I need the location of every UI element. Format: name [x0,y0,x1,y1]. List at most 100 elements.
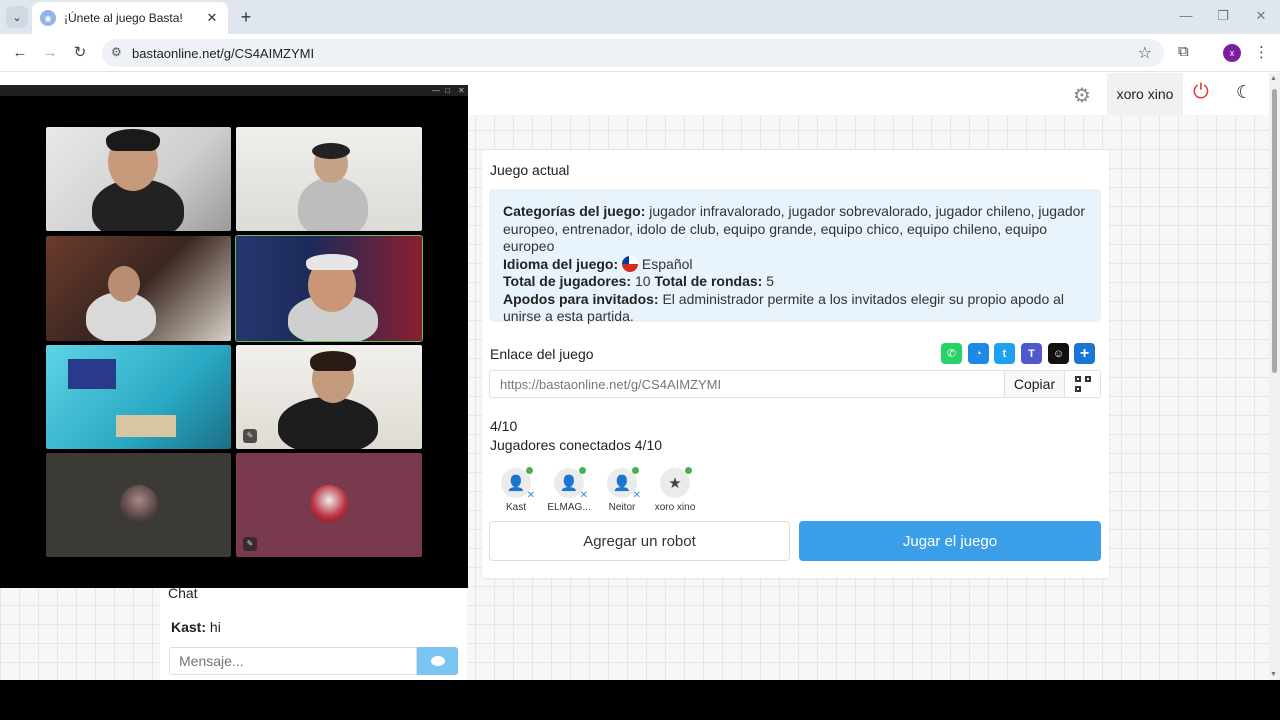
chat-author: Kast: [171,619,207,635]
share-twitter-button[interactable]: t [994,343,1015,364]
participant-body [298,177,368,231]
site-info-icon[interactable]: ⚙ [111,45,122,59]
video-tile[interactable]: ✎ [236,345,422,449]
logout-power-icon[interactable]: ⏻ [1193,81,1209,104]
video-tile[interactable] [236,127,422,231]
share-whatsapp-button[interactable]: ✆ [941,343,962,364]
nicknames-label: Apodos para invitados: [503,290,659,307]
user-menu[interactable]: xoro xino [1107,73,1183,115]
player-name: xoro xino [654,502,696,513]
copy-link-button[interactable]: Copiar [1004,371,1064,397]
user-star-icon: ★ [660,467,692,498]
settings-gear-icon[interactable]: ⚙ [1073,83,1091,108]
forward-icon[interactable]: → [40,43,60,63]
share-more-button[interactable]: + [1074,343,1095,364]
video-minimize-icon[interactable]: — [432,85,440,96]
game-info-box: Categorías del juego: jugador infravalor… [489,189,1101,324]
game-link-group: Copiar [489,370,1101,398]
qr-code-button[interactable] [1064,371,1100,397]
tab-search-icon[interactable]: ⌄ [6,6,28,28]
video-call-window[interactable]: — □ ✕ ✎ ✎ [0,85,468,588]
video-tile[interactable] [46,345,231,449]
user-icon: 👤 ✕ [554,467,588,501]
muted-mic-icon: ✎ [243,429,257,443]
game-link-label: Enlace del juego [490,346,594,362]
close-window-icon[interactable]: ✕ [1253,8,1269,24]
tab-basta[interactable]: ◉ ¡Únete al juego Basta! ✕ [32,2,228,34]
kick-player-icon[interactable]: ✕ [580,490,588,501]
scroll-up-icon[interactable]: ▲ [1270,75,1277,82]
reload-icon[interactable]: ↻ [70,43,90,63]
chat-message: Kast: hi [171,619,221,635]
page-scrollbar[interactable]: ▲ ▼ [1269,73,1280,680]
extensions-icon[interactable]: ⧉ [1178,43,1189,60]
participant-avatar [310,485,348,523]
chile-flag-poster [68,359,116,389]
video-tile[interactable] [46,127,231,231]
scroll-thumb[interactable] [1272,89,1277,373]
kick-player-icon[interactable]: ✕ [633,490,641,501]
online-indicator [526,467,533,474]
share-teams-button[interactable]: T [1021,343,1042,364]
video-window-titlebar[interactable]: — □ ✕ [0,85,468,96]
chile-flag-icon [622,255,639,272]
dark-mode-moon-icon[interactable]: ☾ [1236,82,1252,103]
player-xoro-xino[interactable]: ★ xoro xino [648,467,702,513]
participant-head [108,266,140,302]
scroll-down-icon[interactable]: ▼ [1270,671,1277,678]
player-name: Neitor [608,502,636,513]
video-tile[interactable] [46,453,231,557]
close-tab-icon[interactable]: ✕ [204,10,220,26]
participant-avatar [120,485,158,523]
player-name: Kast [505,502,526,513]
restore-icon[interactable]: ❐ [1215,8,1231,24]
twitter-icon: t [1002,347,1007,360]
rounds-value: 5 [766,273,774,289]
chat-panel: Chat Kast: hi [160,576,467,680]
chat-input[interactable] [169,647,417,675]
connected-players-label: Jugadores conectados 4/10 [490,437,663,453]
video-tile[interactable]: ✎ [236,453,422,557]
players-value: 10 [634,273,651,289]
player-name: ELMAG... [547,502,591,513]
user-icon: 👤 ✕ [607,467,641,501]
share-snapchat-button[interactable]: ☺ [1048,343,1069,364]
video-maximize-icon[interactable]: □ [445,85,450,96]
video-tile-active[interactable] [235,235,423,342]
profile-avatar[interactable]: x [1223,44,1241,62]
rounds-label: Total de rondas: [654,273,763,289]
muted-mic-icon: ✎ [243,537,257,551]
game-link-input[interactable] [490,371,1004,397]
add-robot-button[interactable]: Agregar un robot [489,521,790,561]
chat-bubble-icon [430,656,445,666]
player-neitor[interactable]: 👤 ✕ Neitor [595,467,649,513]
video-close-icon[interactable]: ✕ [458,85,465,96]
player-elmag[interactable]: 👤 ✕ ELMAG... [542,467,596,513]
back-icon[interactable]: ← [10,43,30,63]
participant-hair [310,351,356,371]
basta-favicon-icon: ◉ [40,10,56,26]
address-url[interactable]: bastaonline.net/g/CS4AIMZYMI [132,46,314,61]
player-kast[interactable]: 👤 ✕ Kast [489,467,543,513]
language-label: Idioma del juego: [503,255,619,272]
browser-menu-icon[interactable]: ⋮ [1254,43,1269,61]
address-bar[interactable]: ⚙ bastaonline.net/g/CS4AIMZYMI ☆ [102,39,1164,67]
browser-toolbar: ← → ↻ ⚙ bastaonline.net/g/CS4AIMZYMI ☆ ⧉… [0,34,1280,72]
online-indicator [579,467,586,474]
teams-icon: T [1028,347,1035,360]
kick-player-icon[interactable]: ✕ [527,490,535,501]
user-icon: 👤 ✕ [501,467,535,501]
qr-code-icon [1074,376,1091,392]
play-game-button[interactable]: Jugar el juego [799,521,1101,561]
share-messenger-button[interactable]: ◔ [968,343,989,364]
minimize-icon[interactable]: — [1178,8,1194,23]
new-tab-icon[interactable]: + [236,7,256,27]
chat-send-button[interactable] [417,647,458,675]
language-value: Español [641,255,693,272]
categories-label: Categorías del juego: [503,203,646,219]
bookmark-star-icon[interactable]: ☆ [1138,43,1152,63]
online-indicator [685,467,692,474]
players-label: Total de jugadores: [503,273,632,289]
participant-hair [106,129,160,151]
video-tile[interactable] [46,236,231,341]
